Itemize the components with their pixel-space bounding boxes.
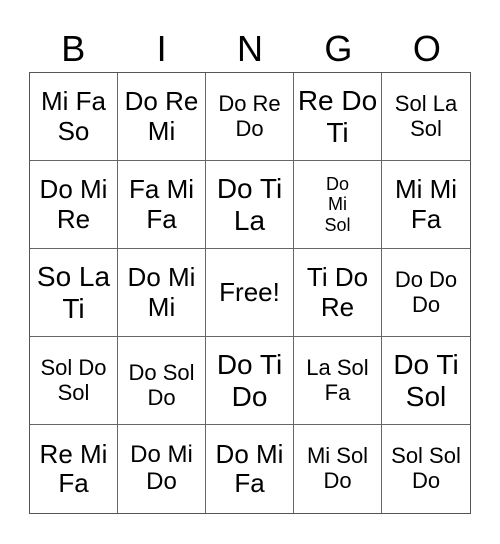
- bingo-cell[interactable]: Do Re Do: [206, 73, 294, 161]
- bingo-cell[interactable]: So La Ti: [30, 249, 118, 337]
- free-space-cell[interactable]: Free!: [206, 249, 294, 337]
- bingo-cell[interactable]: Do Mi Fa: [206, 425, 294, 513]
- bingo-cell[interactable]: Ti Do Re: [294, 249, 382, 337]
- header-letter-i: I: [156, 28, 167, 69]
- bingo-cell[interactable]: Do Sol Do: [118, 337, 206, 425]
- bingo-cell[interactable]: Do Do Do: [382, 249, 470, 337]
- header-letter-o: O: [412, 28, 441, 69]
- bingo-cell[interactable]: Mi Mi Fa: [382, 161, 470, 249]
- bingo-cell[interactable]: Do Ti La: [206, 161, 294, 249]
- bingo-cell[interactable]: Mi Sol Do: [294, 425, 382, 513]
- bingo-cell[interactable]: Do Mi Do: [118, 425, 206, 513]
- bingo-cell[interactable]: Do Re Mi: [118, 73, 206, 161]
- bingo-cell[interactable]: Fa Mi Fa: [118, 161, 206, 249]
- bingo-grid: Mi Fa So Do Re Mi Do Re Do Re Do Ti Sol …: [29, 72, 471, 514]
- bingo-cell[interactable]: Mi Fa So: [30, 73, 118, 161]
- header-letter-b: B: [61, 28, 86, 69]
- bingo-cell[interactable]: Do Mi Mi: [118, 249, 206, 337]
- bingo-header: B I N G O: [29, 26, 471, 72]
- bingo-cell[interactable]: Do Ti Sol: [382, 337, 470, 425]
- bingo-cell[interactable]: La Sol Fa: [294, 337, 382, 425]
- bingo-cell[interactable]: Do Ti Do: [206, 337, 294, 425]
- bingo-cell[interactable]: Sol Do Sol: [30, 337, 118, 425]
- header-letter-g: G: [324, 28, 353, 69]
- bingo-cell[interactable]: Sol Sol Do: [382, 425, 470, 513]
- bingo-cell[interactable]: Re Do Ti: [294, 73, 382, 161]
- bingo-cell[interactable]: Re Mi Fa: [30, 425, 118, 513]
- bingo-cell[interactable]: Sol La Sol: [382, 73, 470, 161]
- bingo-cell[interactable]: Do Mi Re: [30, 161, 118, 249]
- header-letter-n: N: [237, 28, 264, 69]
- bingo-cell[interactable]: Do Mi Sol: [294, 161, 382, 249]
